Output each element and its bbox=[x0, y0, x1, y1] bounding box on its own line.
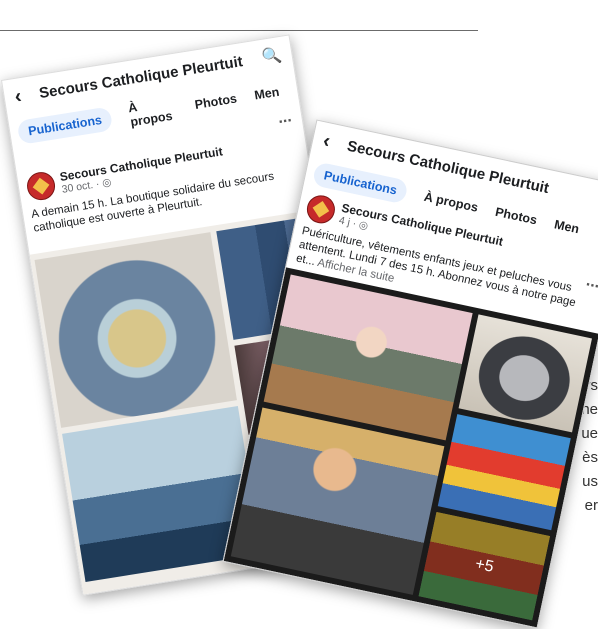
photo-board-games[interactable] bbox=[437, 414, 571, 531]
more-photos-count: +5 bbox=[418, 511, 550, 621]
back-arrow-icon[interactable]: ‹ bbox=[13, 85, 23, 109]
back-arrow-icon[interactable]: ‹ bbox=[321, 129, 332, 153]
post-photo-grid: +5 bbox=[223, 267, 598, 628]
photo-decorative-plate[interactable] bbox=[34, 232, 237, 428]
photo-more[interactable]: +5 bbox=[418, 511, 550, 621]
tab-menu[interactable]: Men bbox=[553, 217, 580, 236]
tab-a-propos[interactable]: À propos bbox=[127, 94, 179, 129]
search-icon[interactable]: 🔍 bbox=[260, 45, 283, 68]
tab-a-propos[interactable]: À propos bbox=[423, 190, 480, 215]
photo-car-seat[interactable] bbox=[458, 314, 592, 433]
photo-doll-carrier[interactable] bbox=[230, 407, 445, 595]
tab-photos[interactable]: Photos bbox=[494, 205, 538, 228]
avatar[interactable] bbox=[25, 170, 58, 203]
avatar[interactable] bbox=[304, 192, 338, 226]
tab-photos[interactable]: Photos bbox=[194, 91, 238, 111]
tab-menu[interactable]: Men bbox=[253, 85, 280, 103]
more-options-icon[interactable]: ... bbox=[277, 108, 293, 128]
top-rule bbox=[0, 30, 478, 31]
